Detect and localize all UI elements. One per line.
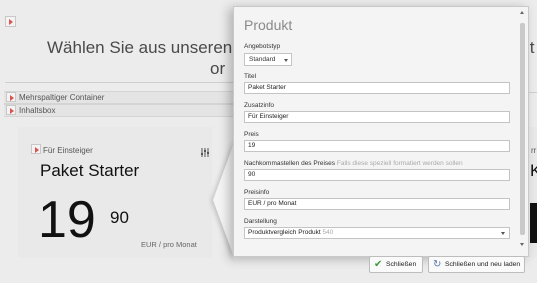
darstellung-suffix: 540 — [322, 229, 334, 236]
darstellung-value: Produktvergleich Produkt — [248, 229, 321, 236]
chevron-down-icon — [284, 59, 288, 62]
darstellung-select[interactable]: Produktvergleich Produkt 540 — [244, 227, 510, 239]
preisinfo-input[interactable]: EUR / pro Monat — [244, 198, 510, 210]
expand-arrow-icon[interactable] — [6, 105, 16, 115]
scrollbar-thumb[interactable] — [520, 23, 525, 235]
angebotstyp-label: Angebotstyp — [244, 43, 281, 50]
expand-arrow-icon[interactable] — [31, 144, 41, 154]
right-card-title-fragment: K — [530, 161, 537, 180]
close-and-reload-button[interactable]: ↻ Schließen und neu laden — [428, 256, 525, 273]
angebotstyp-value: Standard — [249, 56, 276, 63]
dialog-title: Produkt — [244, 17, 293, 33]
right-card-fragment: rr — [531, 146, 537, 155]
scroll-down-icon[interactable] — [520, 243, 524, 246]
divider-right — [529, 92, 537, 93]
card-tagline: Für Einsteiger — [43, 146, 93, 155]
expand-arrow-icon[interactable] — [6, 92, 16, 102]
divider — [5, 82, 236, 83]
close-button-label: Schließen — [386, 261, 417, 268]
zusatzinfo-input[interactable]: Für Einsteiger — [244, 111, 510, 123]
scroll-up-icon[interactable] — [520, 11, 524, 14]
modal-pointer — [213, 140, 235, 260]
right-card-price-fragment — [530, 203, 537, 243]
angebotstyp-select[interactable]: Standard — [244, 53, 292, 66]
nachkomma-input[interactable]: 90 — [244, 169, 510, 181]
chevron-down-icon — [501, 232, 505, 235]
settings-sliders-icon[interactable] — [200, 144, 209, 157]
preis-label: Preis — [244, 131, 259, 138]
container-bar-mehrspaltig[interactable]: Mehrspaltiger Container — [4, 91, 236, 104]
card-title: Paket Starter — [40, 161, 140, 180]
container-bar-inhaltsbox[interactable]: Inhaltsbox — [4, 104, 236, 117]
container-label: Inhaltsbox — [19, 106, 56, 115]
nachkomma-label-text: Nachkommastellen des Preises — [244, 160, 336, 167]
darstellung-label: Darstellung — [244, 218, 277, 225]
titel-label: Titel — [244, 73, 257, 80]
page-heading-line2: or — [210, 59, 226, 78]
nachkomma-label: Nachkommastellen des Preises Falls diese… — [244, 160, 463, 167]
zusatzinfo-label: Zusatzinfo — [244, 102, 274, 109]
expand-toggle-icon[interactable] — [5, 16, 16, 27]
nachkomma-hint: Falls diese speziell formatiert werden s… — [336, 160, 463, 167]
refresh-icon: ↻ — [433, 259, 442, 270]
container-label: Mehrspaltiger Container — [19, 93, 105, 102]
preis-input[interactable]: 19 — [244, 140, 510, 152]
price-cents: 90 — [110, 208, 129, 227]
close-button[interactable]: ✔ Schließen — [369, 256, 423, 273]
product-edit-dialog: Produkt Angebotstyp Standard Titel Paket… — [233, 6, 529, 257]
checkmark-icon: ✔ — [374, 259, 383, 270]
preisinfo-label: Preisinfo — [244, 189, 270, 196]
titel-input[interactable]: Paket Starter — [244, 82, 510, 94]
close-reload-button-label: Schließen und neu laden — [445, 261, 521, 268]
page-heading: Wählen Sie aus unseren P — [47, 38, 249, 57]
price-info: EUR / pro Monat — [141, 240, 197, 249]
dialog-scrollbar[interactable] — [519, 11, 526, 251]
price-main: 19 — [38, 191, 96, 249]
